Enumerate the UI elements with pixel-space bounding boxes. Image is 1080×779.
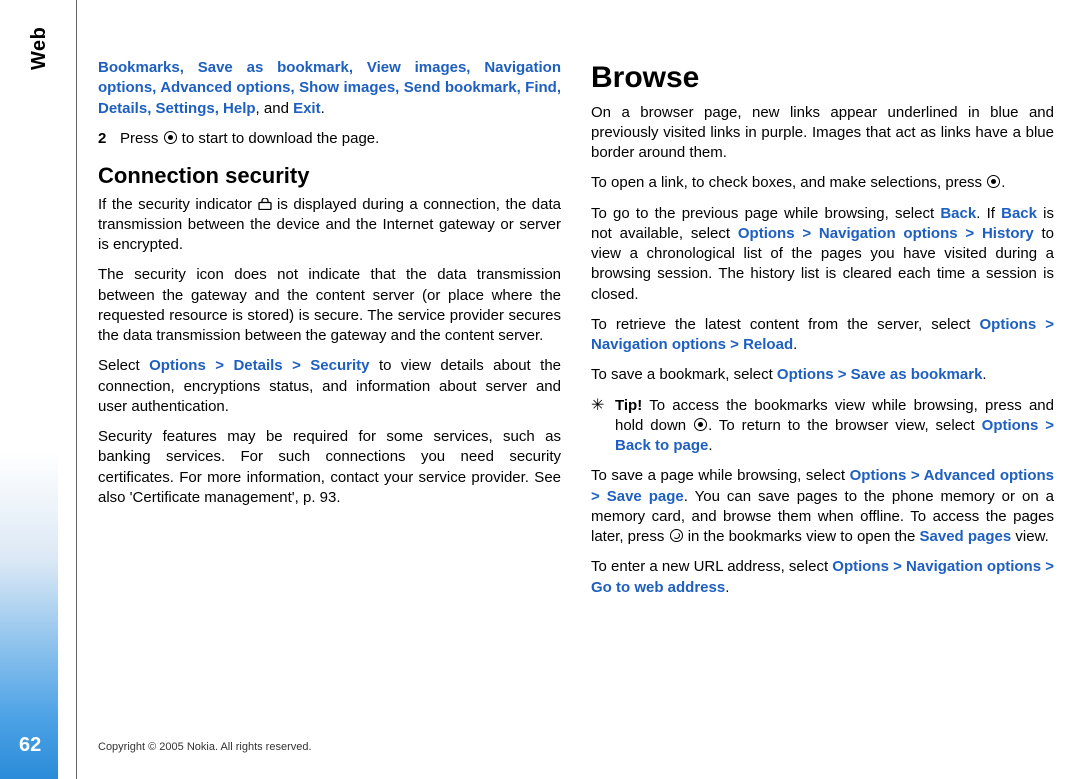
copyright-footer: Copyright © 2005 Nokia. All rights reser… bbox=[98, 741, 312, 753]
conn-para-1: If the security indicator is displayed d… bbox=[98, 195, 561, 256]
browse-para-3: To go to the previous page while browsin… bbox=[591, 204, 1054, 305]
side-label: Web bbox=[28, 27, 51, 70]
heading-connection-security: Connection security bbox=[98, 161, 561, 191]
menu-options-list: Bookmarks, Save as bookmark, View images… bbox=[98, 58, 561, 119]
browse-para-4: To retrieve the latest content from the … bbox=[591, 315, 1054, 356]
page-number: 62 bbox=[19, 734, 41, 757]
right-arrow-key-icon bbox=[670, 529, 683, 542]
lock-icon bbox=[258, 198, 272, 210]
side-gradient bbox=[0, 0, 58, 779]
menu-path: Options > Save as bookmark bbox=[777, 366, 983, 383]
conn-para-3: Select Options > Details > Security to v… bbox=[98, 356, 561, 417]
menu-saved-pages: Saved pages bbox=[920, 528, 1012, 545]
tip-text: Tip! To access the bookmarks view while … bbox=[615, 396, 1054, 457]
browse-para-6: To save a page while browsing, select Op… bbox=[591, 466, 1054, 547]
conn-para-4: Security features may be required for so… bbox=[98, 427, 561, 508]
step-2: 2 Press to start to download the page. bbox=[98, 129, 561, 149]
browse-para-5: To save a bookmark, select Options > Sav… bbox=[591, 365, 1054, 385]
step-text: Press to start to download the page. bbox=[120, 129, 379, 149]
menu-path: Options > Navigation options > History bbox=[738, 225, 1034, 242]
browse-para-2: To open a link, to check boxes, and make… bbox=[591, 173, 1054, 193]
browse-para-1: On a browser page, new links appear unde… bbox=[591, 103, 1054, 164]
scroll-key-icon bbox=[164, 131, 177, 144]
tip-icon: ✳ bbox=[591, 396, 615, 457]
menu-options: Bookmarks, Save as bookmark, View images… bbox=[98, 59, 561, 117]
text: , and bbox=[256, 100, 294, 117]
page-content: Bookmarks, Save as bookmark, View images… bbox=[98, 58, 1054, 721]
menu-exit: Exit bbox=[293, 100, 321, 117]
tip-block: ✳ Tip! To access the bookmarks view whil… bbox=[591, 396, 1054, 457]
scroll-key-icon bbox=[694, 418, 707, 431]
heading-browse: Browse bbox=[591, 58, 1054, 99]
side-rule bbox=[76, 0, 77, 779]
menu-path: Options > Details > Security bbox=[149, 357, 369, 374]
scroll-key-icon bbox=[987, 175, 1000, 188]
browse-para-7: To enter a new URL address, select Optio… bbox=[591, 557, 1054, 598]
menu-back: Back bbox=[940, 205, 976, 222]
conn-para-2: The security icon does not indicate that… bbox=[98, 265, 561, 346]
menu-back: Back bbox=[1001, 205, 1037, 222]
tip-label: Tip! bbox=[615, 397, 642, 414]
step-number: 2 bbox=[98, 129, 120, 149]
